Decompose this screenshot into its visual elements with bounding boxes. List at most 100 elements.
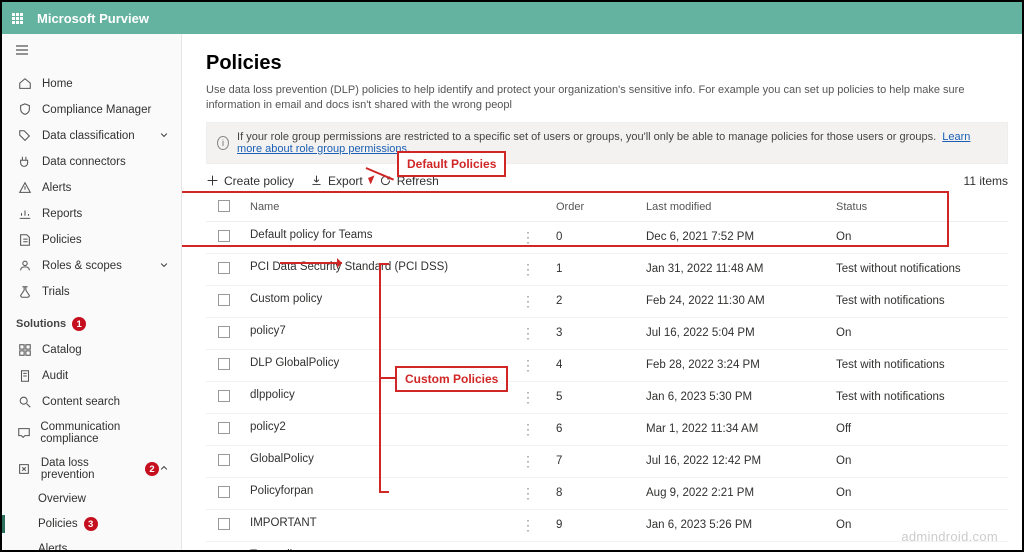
sidebar-item-catalog[interactable]: Catalog: [2, 337, 181, 363]
table-row[interactable]: Test policy⋮10Apr 29, 2023 12:20 PMOn: [206, 541, 1008, 550]
table-row[interactable]: Default policy for Teams⋮0Dec 6, 2021 7:…: [206, 221, 1008, 253]
table-row[interactable]: policy7⋮3Jul 16, 2022 5:04 PMOn: [206, 317, 1008, 349]
plug-icon: [16, 155, 34, 169]
status-cell: Test with notifications: [828, 381, 1008, 413]
table-row[interactable]: Custom policy⋮2Feb 24, 2022 11:30 AMTest…: [206, 285, 1008, 317]
status-cell: On: [828, 445, 1008, 477]
sidebar-item-overview[interactable]: Overview: [2, 487, 181, 511]
row-menu-button[interactable]: ⋮: [521, 485, 540, 502]
col-name[interactable]: Name: [242, 194, 548, 222]
sidebar-item-content-search[interactable]: Content search: [2, 389, 181, 415]
sidebar-item-trials[interactable]: Trials: [2, 279, 181, 305]
col-order[interactable]: Order: [548, 194, 638, 222]
row-menu-button[interactable]: ⋮: [521, 293, 540, 310]
sidebar-badge: 3: [84, 517, 98, 531]
order-cell: 10: [548, 541, 638, 550]
row-menu-button[interactable]: ⋮: [521, 229, 540, 246]
row-checkbox[interactable]: [218, 486, 230, 498]
export-button[interactable]: Export: [310, 174, 363, 188]
table-row[interactable]: policy2⋮6Mar 1, 2022 11:34 AMOff: [206, 413, 1008, 445]
modified-cell: Jan 31, 2022 11:48 AM: [638, 253, 828, 285]
search-icon: [16, 395, 34, 409]
sidebar-item-data-connectors[interactable]: Data connectors: [2, 149, 181, 175]
modified-cell: Jan 6, 2023 5:30 PM: [638, 381, 828, 413]
sidebar-item-label: Compliance Manager: [42, 104, 151, 116]
audit-icon: [16, 369, 34, 383]
row-checkbox[interactable]: [218, 422, 230, 434]
status-cell: Test with notifications: [828, 285, 1008, 317]
sidebar-item-label: Communication compliance: [40, 421, 169, 445]
sidebar-item-label: Alerts: [38, 543, 67, 550]
modified-cell: Apr 29, 2023 12:20 PM: [638, 541, 828, 550]
watermark: admindroid.com: [901, 529, 998, 544]
row-menu-button[interactable]: ⋮: [521, 261, 540, 278]
policies-table: Name Order Last modified Status Default …: [206, 194, 1008, 550]
table-row[interactable]: PCI Data Security Standard (PCI DSS)⋮1Ja…: [206, 253, 1008, 285]
app-title: Microsoft Purview: [37, 11, 149, 26]
modified-cell: Jan 6, 2023 5:26 PM: [638, 509, 828, 541]
row-checkbox[interactable]: [218, 230, 230, 242]
policy-name: DLP GlobalPolicy: [250, 357, 339, 369]
table-row[interactable]: GlobalPolicy⋮7Jul 16, 2022 12:42 PMOn: [206, 445, 1008, 477]
policy-name: Custom policy: [250, 293, 322, 305]
table-row[interactable]: DLP GlobalPolicy⋮4Feb 28, 2022 3:24 PMTe…: [206, 349, 1008, 381]
modified-cell: Jul 16, 2022 5:04 PM: [638, 317, 828, 349]
status-cell: On: [828, 477, 1008, 509]
main-content: Policies Use data loss prevention (DLP) …: [182, 34, 1022, 550]
row-menu-button[interactable]: ⋮: [521, 453, 540, 470]
create-policy-button[interactable]: Create policy: [206, 174, 294, 188]
col-status[interactable]: Status: [828, 194, 1008, 222]
row-checkbox[interactable]: [218, 294, 230, 306]
row-menu-button[interactable]: ⋮: [521, 549, 540, 550]
policy-icon: [16, 233, 34, 247]
trials-icon: [16, 285, 34, 299]
row-menu-button[interactable]: ⋮: [521, 421, 540, 438]
policy-name: GlobalPolicy: [250, 453, 314, 465]
row-checkbox[interactable]: [218, 454, 230, 466]
table-row[interactable]: Policyforpan⋮8Aug 9, 2022 2:21 PMOn: [206, 477, 1008, 509]
chevron-icon: [159, 130, 169, 143]
table-row[interactable]: dlppolicy⋮5Jan 6, 2023 5:30 PMTest with …: [206, 381, 1008, 413]
modified-cell: Dec 6, 2021 7:52 PM: [638, 221, 828, 253]
refresh-button[interactable]: Refresh: [379, 174, 439, 188]
row-checkbox[interactable]: [218, 262, 230, 274]
sidebar-item-alerts[interactable]: Alerts: [2, 175, 181, 201]
chevron-icon: [159, 463, 169, 476]
row-checkbox[interactable]: [218, 390, 230, 402]
row-checkbox[interactable]: [218, 326, 230, 338]
sidebar: Home Compliance Manager Data classificatio…: [2, 34, 182, 550]
catalog-icon: [16, 343, 34, 357]
order-cell: 0: [548, 221, 638, 253]
sidebar-item-compliance-manager[interactable]: Compliance Manager: [2, 97, 181, 123]
col-modified[interactable]: Last modified: [638, 194, 828, 222]
sidebar-item-audit[interactable]: Audit: [2, 363, 181, 389]
sidebar-item-reports[interactable]: Reports: [2, 201, 181, 227]
top-bar: Microsoft Purview: [2, 2, 1022, 34]
row-menu-button[interactable]: ⋮: [521, 517, 540, 534]
sidebar-item-home[interactable]: Home: [2, 71, 181, 97]
menu-toggle-button[interactable]: [2, 34, 181, 71]
row-checkbox[interactable]: [218, 358, 230, 370]
sidebar-item-data-loss-prevention[interactable]: Data loss prevention2: [2, 451, 181, 487]
sidebar-item-label: Alerts: [42, 182, 71, 194]
sidebar-item-data-classification[interactable]: Data classification: [2, 123, 181, 149]
sidebar-item-communication-compliance[interactable]: Communication compliance: [2, 415, 181, 451]
row-checkbox[interactable]: [218, 518, 230, 530]
modified-cell: Feb 28, 2022 3:24 PM: [638, 349, 828, 381]
sidebar-item-policies[interactable]: Policies: [2, 227, 181, 253]
table-row[interactable]: IMPORTANT⋮9Jan 6, 2023 5:26 PMOn: [206, 509, 1008, 541]
modified-cell: Feb 24, 2022 11:30 AM: [638, 285, 828, 317]
select-all-checkbox[interactable]: [218, 200, 230, 212]
row-menu-button[interactable]: ⋮: [521, 357, 540, 374]
row-menu-button[interactable]: ⋮: [521, 389, 540, 406]
row-menu-button[interactable]: ⋮: [521, 325, 540, 342]
sidebar-item-label: Trials: [42, 286, 70, 298]
sidebar-item-alerts[interactable]: Alerts: [2, 537, 181, 550]
sidebar-item-policies[interactable]: Policies3: [2, 511, 181, 537]
order-cell: 4: [548, 349, 638, 381]
alert-icon: [16, 181, 34, 195]
sidebar-item-roles-scopes[interactable]: Roles & scopes: [2, 253, 181, 279]
tag-icon: [16, 129, 34, 143]
app-launcher-icon[interactable]: [12, 13, 23, 24]
policy-name: PCI Data Security Standard (PCI DSS): [250, 261, 448, 273]
